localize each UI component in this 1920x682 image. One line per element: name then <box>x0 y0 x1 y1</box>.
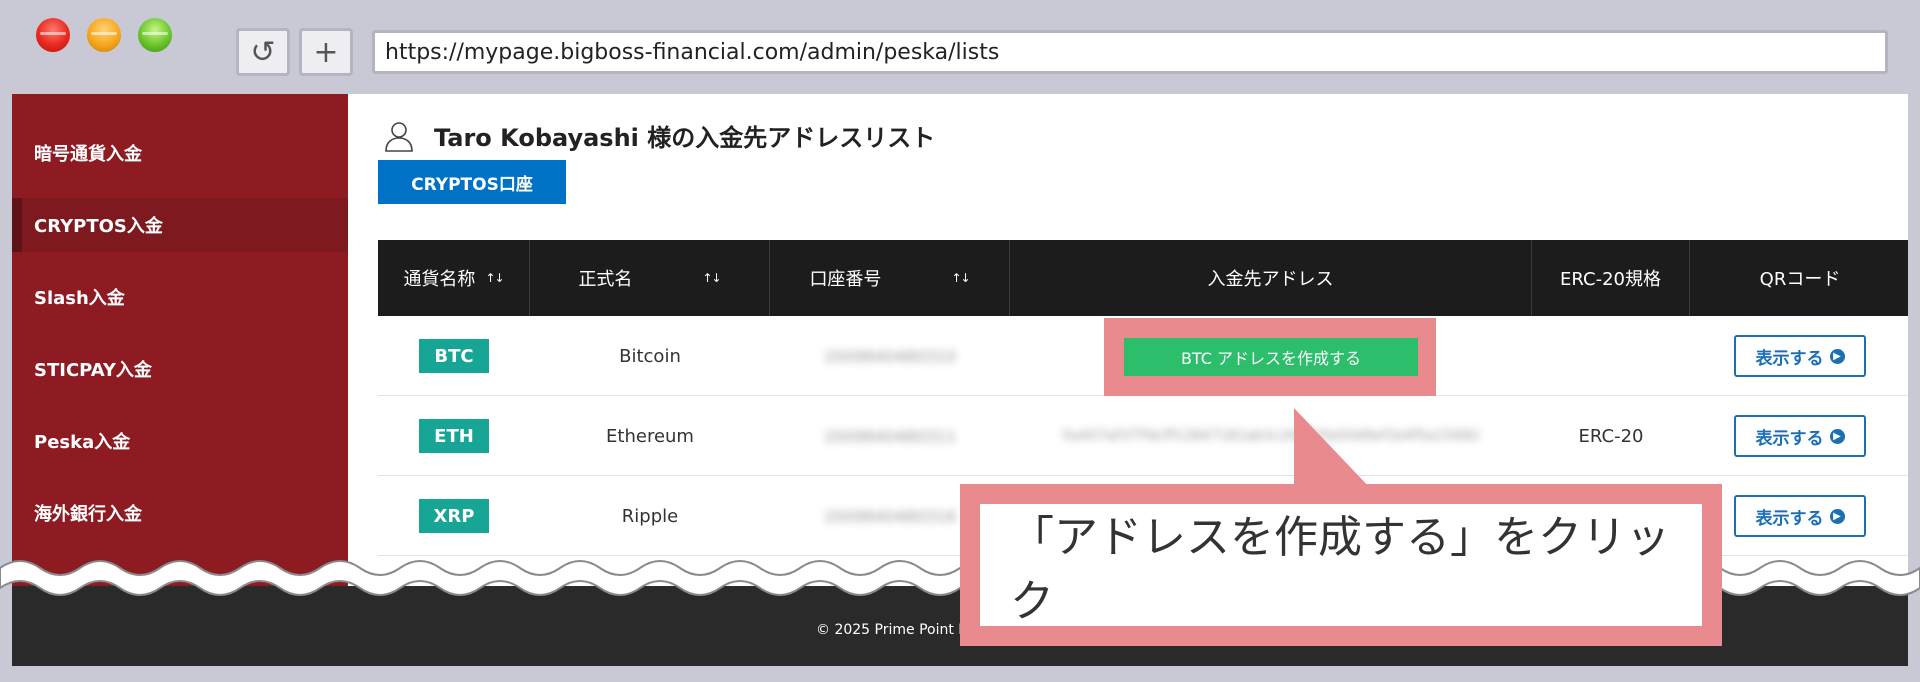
currency-badge: XRP <box>419 499 489 533</box>
column-header-deposit-address: 入金先アドレス <box>1010 240 1532 316</box>
title-row: Taro Kobayashi 様の入金先アドレスリスト <box>384 118 935 153</box>
column-header-qr-code: QRコード <box>1759 269 1841 290</box>
show-qr-button[interactable]: 表示する ▶ <box>1734 415 1866 457</box>
copyright-text: © 2025 Prime Point LL <box>816 622 974 638</box>
erc20-label <box>1532 316 1690 396</box>
official-name: Ethereum <box>606 425 694 447</box>
column-header-official-name[interactable]: 正式名 ↑↓ <box>530 240 770 316</box>
sidebar-item-cryptos-deposit[interactable]: CRYPTOS入金 <box>12 198 348 252</box>
sidebar-item-label: STICPAY入金 <box>34 360 152 381</box>
show-qr-button[interactable]: 表示する ▶ <box>1734 335 1866 377</box>
official-name: Bitcoin <box>619 345 681 367</box>
url-text: https://mypage.bigboss-financial.com/adm… <box>385 39 1000 65</box>
sidebar-item-label: CRYPTOS入金 <box>34 216 163 237</box>
sort-icon[interactable]: ↑↓ <box>485 271 504 285</box>
column-header-erc20: ERC-20規格 <box>1532 240 1690 316</box>
deposit-address: 0xA07af1f7fdcff12847181ab3c26a73fa50d9ef… <box>1062 428 1480 444</box>
page-title: Taro Kobayashi 様の入金先アドレスリスト <box>434 124 936 152</box>
show-qr-button[interactable]: 表示する ▶ <box>1734 495 1866 537</box>
sidebar-item-crypto-deposit[interactable]: 暗号通貨入金 <box>12 126 348 180</box>
arrow-right-icon: ▶ <box>1829 348 1845 364</box>
create-btc-address-button[interactable]: BTC アドレスを作成する <box>1124 338 1418 376</box>
sort-icon[interactable]: ↑↓ <box>951 271 970 285</box>
sidebar-item-label: 海外銀行入金 <box>34 504 142 525</box>
new-tab-button[interactable]: + <box>299 28 353 76</box>
sidebar-item-overseas-bank-deposit[interactable]: 海外銀行入金 <box>12 486 348 540</box>
sidebar-item-label: 暗号通貨入金 <box>34 144 142 165</box>
erc20-label: ERC-20 <box>1578 425 1644 447</box>
sidebar-item-peska-deposit[interactable]: Peska入金 <box>12 414 348 468</box>
column-header-account-number[interactable]: 口座番号 ↑↓ <box>770 240 1010 316</box>
sort-icon[interactable]: ↑↓ <box>702 271 721 285</box>
table-header: 通貨名称 ↑↓ 正式名 ↑↓ 口座番号 ↑↓ 入金先アドレス ERC-20規格 QRコ… <box>378 240 1908 316</box>
url-bar[interactable]: https://mypage.bigboss-financial.com/adm… <box>372 30 1888 74</box>
account-number: 2009840480310 <box>823 346 957 366</box>
browser-window: ↺ + https://mypage.bigboss-financial.com… <box>0 0 1920 682</box>
reload-icon: ↺ <box>250 34 276 70</box>
official-name: Ripple <box>621 505 679 527</box>
table-row: ETH Ethereum 2009840480311 0xA07af1f7fdc… <box>378 396 1908 476</box>
minimize-window-icon[interactable] <box>87 18 121 52</box>
plus-icon: + <box>313 34 339 70</box>
sidebar-item-label: Peska入金 <box>34 432 131 453</box>
close-window-icon[interactable] <box>36 18 70 52</box>
arrow-right-icon: ▶ <box>1829 508 1845 524</box>
user-icon <box>385 121 413 152</box>
arrow-right-icon: ▶ <box>1829 428 1845 444</box>
callout-text: 「アドレスを作成する」をクリック <box>980 504 1702 627</box>
sidebar-item-slash-deposit[interactable]: Slash入金 <box>12 270 348 324</box>
column-header-currency[interactable]: 通貨名称 ↑↓ <box>378 240 530 316</box>
maximize-window-icon[interactable] <box>138 18 172 52</box>
currency-badge: BTC <box>419 339 489 373</box>
currency-badge: ETH <box>419 419 489 453</box>
reload-button[interactable]: ↺ <box>236 28 290 76</box>
sidebar-item-label: Slash入金 <box>34 288 125 309</box>
account-number: 2009840480311 <box>823 426 957 446</box>
sidebar-item-sticpay-deposit[interactable]: STICPAY入金 <box>12 342 348 396</box>
cryptos-account-tab[interactable]: CRYPTOS口座 <box>378 160 566 204</box>
